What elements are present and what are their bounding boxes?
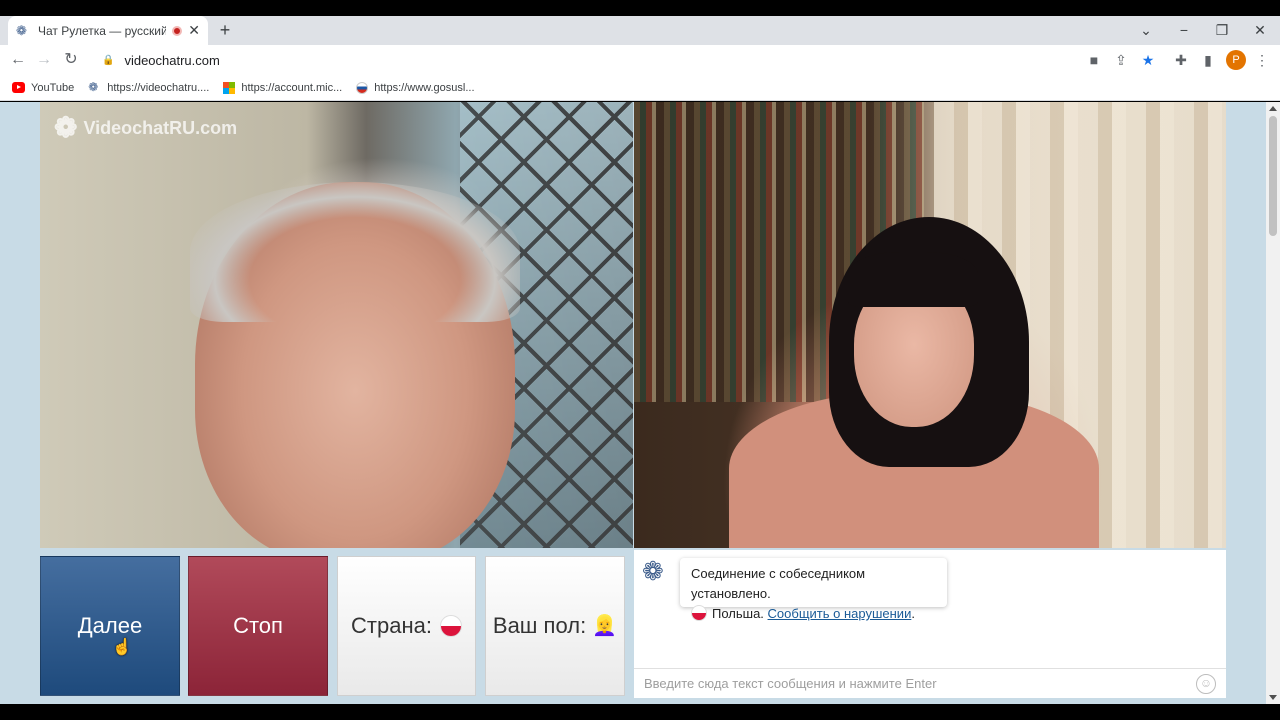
mouse-cursor-icon: ☝ bbox=[112, 639, 132, 656]
restore-button[interactable]: ❐ bbox=[1212, 20, 1232, 40]
bookmark-youtube[interactable]: YouTube bbox=[12, 82, 74, 94]
bookmark-label: YouTube bbox=[31, 81, 75, 94]
extensions-icon[interactable]: ✚ bbox=[1171, 50, 1191, 70]
url-text: videochatru.com bbox=[124, 52, 220, 68]
reload-button[interactable]: ↻ bbox=[61, 50, 81, 70]
browser-tab[interactable]: ❁ Чат Рулетка — русский вид ✕ bbox=[8, 16, 208, 45]
local-video: ❁ VideochatRU.com bbox=[40, 102, 633, 548]
back-button[interactable]: ← bbox=[8, 50, 28, 70]
local-person-hair bbox=[190, 182, 520, 322]
bottom-letterbox bbox=[0, 704, 1280, 720]
side-panel-icon[interactable]: ▮ bbox=[1198, 50, 1218, 70]
system-logo-icon: ❁ bbox=[642, 556, 664, 586]
scroll-up-arrow-icon[interactable] bbox=[1269, 106, 1277, 111]
gender-select-button[interactable]: Ваш пол: 👱‍♀️ bbox=[485, 556, 625, 696]
microsoft-icon bbox=[223, 81, 236, 94]
videochatru-logo-icon: ❁ bbox=[54, 112, 78, 143]
stop-button[interactable]: Стоп bbox=[188, 556, 328, 696]
bookmark-microsoft[interactable]: https://account.mic... bbox=[223, 81, 343, 94]
bookmark-label: https://videochatru.... bbox=[107, 81, 210, 94]
country-label: Страна: bbox=[351, 613, 432, 638]
scroll-down-arrow-icon[interactable] bbox=[1269, 695, 1277, 700]
partner-country-line: Польша. Сообщить о нарушении. bbox=[691, 604, 936, 624]
bookmark-videochatru[interactable]: ❁ https://videochatru.... bbox=[88, 80, 210, 94]
country-name: Польша. bbox=[712, 606, 764, 621]
system-message: Соединение с собеседником установлено. П… bbox=[680, 558, 947, 621]
camera-icon[interactable]: ■ bbox=[1084, 50, 1104, 70]
partner-video bbox=[634, 102, 1226, 548]
country-select-button[interactable]: Страна: bbox=[337, 556, 476, 696]
tab-search-icon[interactable]: ⌄ bbox=[1136, 20, 1156, 40]
connected-message: Соединение с собеседником установлено. bbox=[691, 566, 866, 601]
report-suffix: . bbox=[911, 606, 915, 621]
tab-close-button[interactable]: ✕ bbox=[188, 22, 200, 39]
address-bar[interactable]: 🔒 videochatru.com bbox=[92, 47, 1166, 73]
bookmark-gosuslugi[interactable]: https://www.gosusl... bbox=[356, 81, 475, 94]
browser-toolbar: ← → ↻ 🔒 videochatru.com ■ ⇪ ★ ✚ ▮ P ⋮ bbox=[0, 45, 1280, 75]
bookmark-star-icon[interactable]: ★ bbox=[1138, 50, 1158, 70]
gosuslugi-icon bbox=[356, 81, 369, 94]
gender-label: Ваш пол: bbox=[492, 613, 587, 638]
poland-flag-icon bbox=[691, 605, 707, 621]
recording-indicator-icon bbox=[172, 25, 183, 36]
close-window-button[interactable]: ✕ bbox=[1250, 20, 1270, 40]
youtube-icon bbox=[12, 82, 25, 93]
lock-icon: 🔒 bbox=[102, 54, 115, 66]
bookmarks-bar: YouTube ❁ https://videochatru.... https:… bbox=[0, 75, 1280, 101]
emoji-smiley-icon[interactable]: ☺ bbox=[1196, 673, 1216, 694]
bookmark-label: https://www.gosusl... bbox=[374, 81, 475, 94]
menu-kebab-icon[interactable]: ⋮ bbox=[1252, 50, 1272, 70]
report-abuse-link[interactable]: Сообщить о нарушении bbox=[768, 606, 912, 621]
profile-avatar[interactable]: P bbox=[1226, 50, 1246, 70]
tab-strip: ❁ Чат Рулетка — русский вид ✕ + ⌄ − ❐ ✕ bbox=[0, 16, 1280, 45]
next-button[interactable]: Далее bbox=[40, 556, 180, 696]
chat-panel: ❁ Соединение с собеседником установлено.… bbox=[634, 550, 1226, 698]
page-content: ❁ VideochatRU.com Далее Стоп Страна: Ваш… bbox=[0, 102, 1280, 704]
poland-flag-icon bbox=[439, 615, 462, 637]
page-scrollbar[interactable] bbox=[1266, 102, 1280, 704]
screen: ❁ Чат Рулетка — русский вид ✕ + ⌄ − ❐ ✕ … bbox=[0, 0, 1280, 720]
watermark-text: VideochatRU.com bbox=[83, 117, 238, 138]
bookmark-label: https://account.mic... bbox=[241, 81, 343, 94]
partner-fringe bbox=[848, 252, 978, 307]
female-icon: 👱‍♀️ bbox=[592, 615, 618, 637]
new-tab-button[interactable]: + bbox=[216, 21, 234, 39]
chat-input-bar: ☺ bbox=[634, 668, 1226, 698]
tab-title: Чат Рулетка — русский вид bbox=[38, 23, 167, 38]
chat-message-input[interactable] bbox=[644, 676, 1196, 691]
videochatru-icon: ❁ bbox=[16, 22, 27, 38]
share-icon[interactable]: ⇪ bbox=[1111, 50, 1131, 70]
minimize-button[interactable]: − bbox=[1174, 20, 1194, 40]
forward-button[interactable]: → bbox=[34, 50, 54, 70]
site-watermark: ❁ VideochatRU.com bbox=[54, 114, 237, 142]
scroll-thumb[interactable] bbox=[1269, 116, 1277, 236]
videochatru-icon: ❁ bbox=[88, 80, 99, 94]
